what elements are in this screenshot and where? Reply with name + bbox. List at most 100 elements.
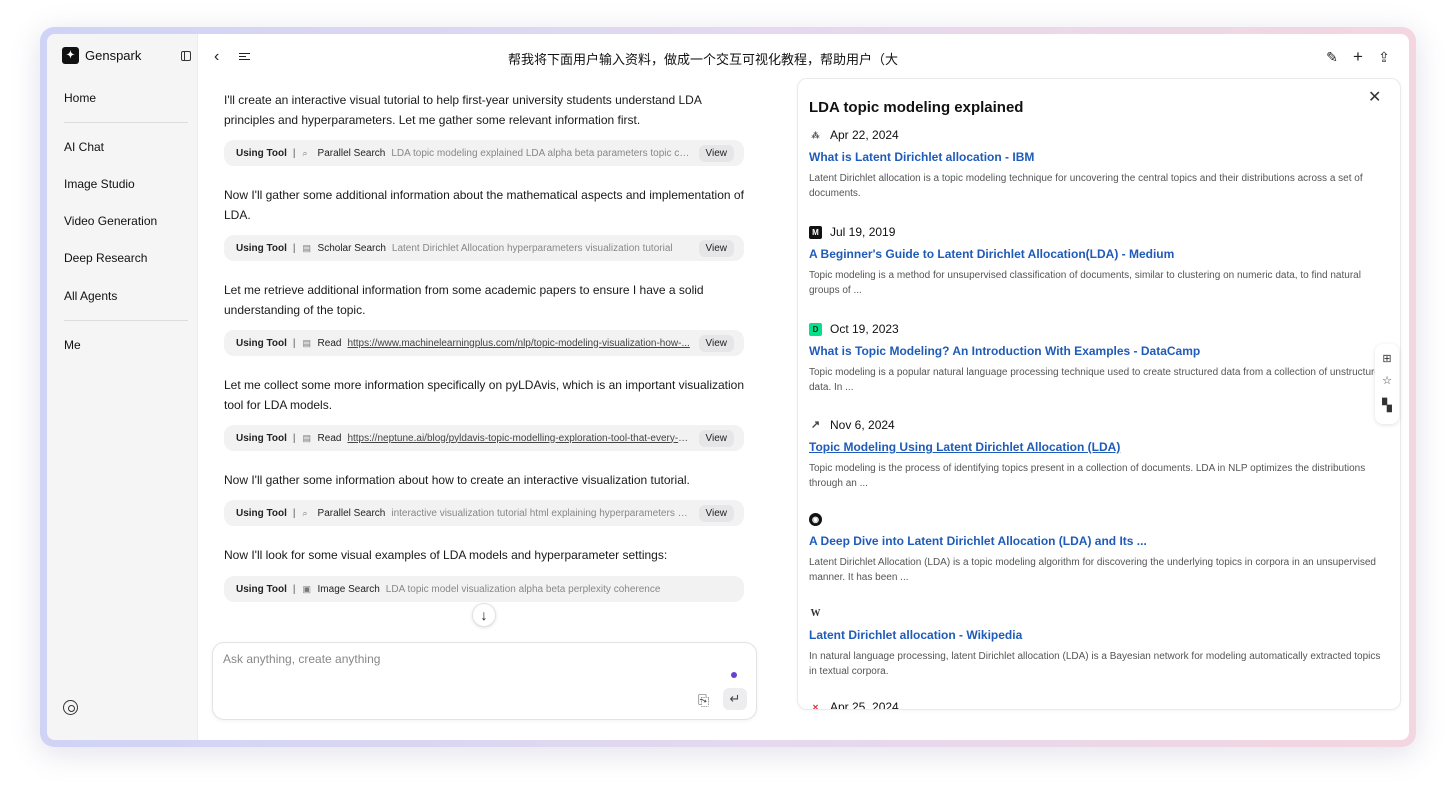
chat-input-box: ⎘ ↵ — [212, 642, 757, 720]
status-dot — [731, 672, 737, 678]
assistant-message: Let me collect some more information spe… — [224, 378, 745, 412]
result-title-link[interactable]: A Beginner's Guide to Latent Dirichlet A… — [809, 246, 1389, 262]
tool-detail: interactive visualization tutorial html … — [391, 507, 691, 519]
search-icon: ⌕ — [302, 507, 308, 518]
assistant-message: Now I'll gather some additional informat… — [224, 188, 744, 222]
tool-name: Read — [317, 432, 342, 444]
trend-icon: ↗ — [810, 418, 821, 431]
result-snippet: Topic modeling is a method for unsupervi… — [809, 270, 1361, 296]
settings-icon[interactable] — [63, 700, 78, 715]
share-icon[interactable]: ⇪ — [1375, 48, 1393, 66]
search-icon: ⌕ — [302, 147, 308, 158]
view-button[interactable]: View — [698, 429, 734, 447]
view-button[interactable]: View — [698, 334, 734, 352]
tool-call: Using Tool | ▤ Read https://www.machinel… — [224, 330, 744, 356]
sidebar-toggle-icon[interactable] — [181, 51, 191, 61]
app-window: ✦ Genspark Home AI Chat Image Studio Vid… — [47, 34, 1409, 740]
result-snippet: Topic modeling is a popular natural lang… — [809, 367, 1386, 393]
tool-call: Using Tool | ▣ Image Search LDA topic mo… — [224, 576, 744, 602]
tool-status: Using Tool — [236, 507, 287, 519]
tool-detail: LDA topic model visualization alpha beta… — [385, 583, 661, 595]
close-icon[interactable]: ✕ — [1368, 87, 1381, 107]
sidebar-item-image-studio[interactable]: Image Studio — [64, 177, 135, 191]
sidebar-item-ai-chat[interactable]: AI Chat — [64, 140, 104, 154]
genspark-logo-icon: ✦ — [62, 47, 79, 64]
grid-icon[interactable]: ⊞ — [1375, 352, 1399, 365]
tool-separator: | — [292, 432, 296, 444]
search-result: ⁂ Apr 22, 2024 What is Latent Dirichlet … — [809, 127, 1389, 201]
sidebar: ✦ Genspark Home AI Chat Image Studio Vid… — [47, 34, 198, 740]
result-date: Oct 19, 2023 — [830, 322, 899, 336]
tool-name: Parallel Search — [317, 507, 386, 519]
result-title-link[interactable]: What is Latent Dirichlet allocation - IB… — [809, 149, 1389, 165]
view-button[interactable]: View — [698, 144, 734, 162]
chat-input[interactable] — [223, 652, 713, 666]
tool-name: Scholar Search — [317, 242, 386, 254]
assistant-message: Let me retrieve additional information f… — [224, 283, 704, 317]
search-result: M Jul 19, 2019 A Beginner's Guide to Lat… — [809, 224, 1389, 298]
sidebar-item-home[interactable]: Home — [64, 91, 96, 105]
result-snippet: Latent Dirichlet Allocation (LDA) is a t… — [809, 557, 1376, 583]
result-title-link[interactable]: What is Topic Modeling? An Introduction … — [809, 343, 1389, 359]
attach-icon[interactable]: ⎘ — [698, 692, 709, 709]
brand-name: Genspark — [85, 48, 142, 63]
menu-icon[interactable] — [239, 53, 250, 60]
back-icon[interactable]: ‹ — [214, 49, 219, 65]
plugin-icon[interactable]: ▚ — [1375, 398, 1399, 412]
tool-detail-link[interactable]: https://neptune.ai/blog/pyldavis-topic-m… — [347, 433, 690, 444]
assistant-message: Now I'll look for some visual examples o… — [224, 548, 668, 562]
document-icon: ▤ — [302, 337, 312, 348]
sidebar-item-all-agents[interactable]: All Agents — [64, 289, 117, 303]
page-title: 帮我将下面用户输入资料，做成一个交互可视化教程，帮助用户（大 — [507, 52, 898, 67]
medium-icon: M — [809, 225, 822, 239]
assistant-message: I'll create an interactive visual tutori… — [224, 93, 702, 127]
site-icon-2: ✕ — [812, 702, 819, 710]
tool-status: Using Tool — [236, 337, 287, 349]
tool-status: Using Tool — [236, 147, 287, 159]
sidebar-item-me[interactable]: Me — [64, 338, 81, 352]
result-snippet: Topic modeling is the process of identif… — [809, 463, 1366, 489]
result-title-link[interactable]: Topic Modeling Using Latent Dirichlet Al… — [809, 439, 1389, 455]
search-result: D Oct 19, 2023 What is Topic Modeling? A… — [809, 321, 1389, 395]
result-snippet: In natural language processing, latent D… — [809, 651, 1381, 677]
tool-separator: | — [292, 147, 296, 159]
tool-status: Using Tool — [236, 583, 287, 595]
tool-call: Using Tool | ⌕ Parallel Search LDA topic… — [224, 140, 744, 166]
result-date: Apr 22, 2024 — [830, 128, 899, 142]
star-icon[interactable]: ☆ — [1375, 374, 1399, 387]
tool-call: Using Tool | ▤ Scholar Search Latent Dir… — [224, 235, 744, 261]
tool-name: Read — [317, 337, 342, 349]
view-button[interactable]: View — [698, 504, 734, 522]
tool-name: Image Search — [317, 583, 380, 595]
brand[interactable]: ✦ Genspark — [62, 47, 141, 64]
sidebar-divider — [64, 122, 188, 123]
new-chat-icon[interactable]: + — [1349, 48, 1367, 66]
assistant-message: Now I'll gather some information about h… — [224, 473, 690, 487]
result-date: Apr 25, 2024 — [830, 700, 899, 710]
site-icon: ◉ — [809, 512, 822, 526]
search-result: ◉ A Deep Dive into Latent Dirichlet Allo… — [809, 511, 1389, 585]
tool-detail-link[interactable]: https://www.machinelearningplus.com/nlp/… — [347, 338, 690, 349]
tool-status: Using Tool — [236, 242, 287, 254]
send-button[interactable]: ↵ — [723, 688, 747, 710]
result-title-link[interactable]: Latent Dirichlet allocation - Wikipedia — [809, 627, 1389, 643]
sidebar-divider — [64, 320, 188, 321]
result-date: Nov 6, 2024 — [830, 418, 895, 432]
ibm-icon: ⁂ — [811, 130, 820, 140]
document-icon: ▤ — [302, 242, 312, 253]
tool-separator: | — [292, 583, 296, 595]
document-icon: ▤ — [302, 432, 312, 443]
view-button[interactable]: View — [698, 239, 734, 257]
search-result: W Latent Dirichlet allocation - Wikipedi… — [809, 605, 1389, 679]
enter-icon: ↵ — [729, 691, 741, 706]
result-snippet: Latent Dirichlet allocation is a topic m… — [809, 173, 1363, 199]
datacamp-icon: D — [809, 322, 822, 336]
edit-icon[interactable]: ✎ — [1323, 48, 1341, 66]
sidebar-item-deep-research[interactable]: Deep Research — [64, 251, 147, 265]
tool-separator: | — [292, 337, 296, 349]
sidebar-item-video-generation[interactable]: Video Generation — [64, 214, 157, 228]
tool-separator: | — [292, 507, 296, 519]
scroll-down-icon[interactable]: ↓ — [472, 603, 496, 627]
search-results-panel: LDA topic modeling explained ✕ ⁂ Apr 22,… — [797, 78, 1401, 710]
result-title-link[interactable]: A Deep Dive into Latent Dirichlet Alloca… — [809, 533, 1389, 549]
